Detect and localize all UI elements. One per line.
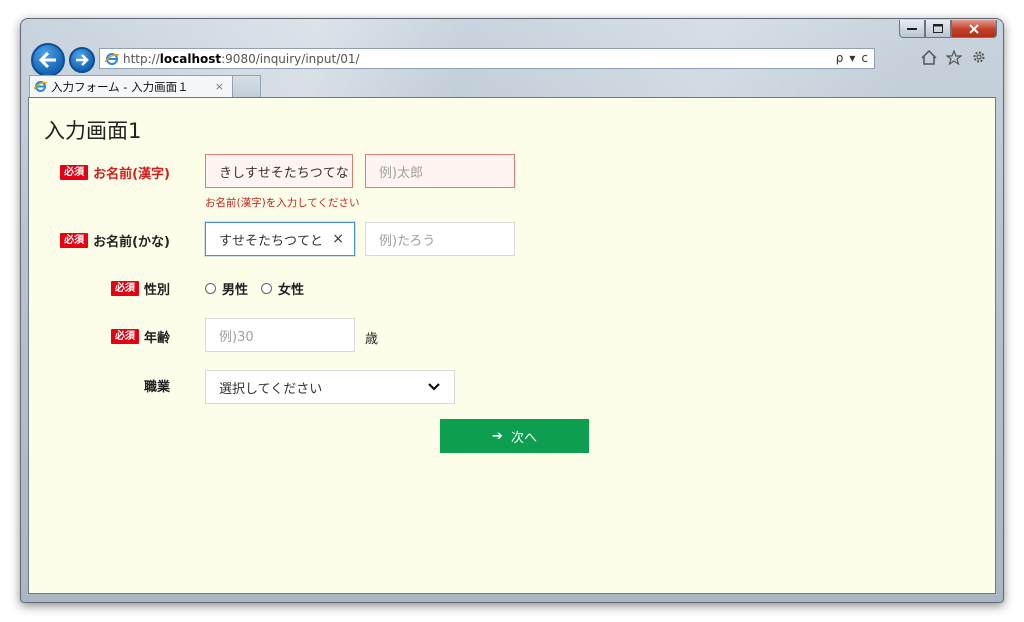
name-kanji-label-text: お名前(漢字) xyxy=(93,167,170,182)
age-placeholder: 例)30 xyxy=(219,329,254,345)
required-badge: 必須 xyxy=(60,165,89,180)
first-name-kanji-input[interactable]: 例)太郎 xyxy=(365,154,515,188)
url-host: localhost xyxy=(159,51,222,66)
address-bar[interactable]: http://localhost:9080/inquiry/input/01/ … xyxy=(99,48,875,69)
occupation-label-text: 職業 xyxy=(143,380,170,395)
gender-radio-female[interactable] xyxy=(261,283,273,294)
gender-radio-male[interactable] xyxy=(205,283,216,294)
home-icon[interactable] xyxy=(921,49,937,65)
gender-label: 必須 性別 xyxy=(110,279,170,298)
age-unit: 歳 xyxy=(365,332,379,347)
tab-bar: 入力フォーム - 入力画面１ × xyxy=(29,75,261,97)
gender-option-female[interactable]: 女性 xyxy=(278,279,304,298)
first-name-kana-input[interactable]: 例)たろう xyxy=(365,222,515,256)
gear-icon[interactable] xyxy=(971,49,987,65)
tab-close-icon[interactable]: × xyxy=(215,80,224,93)
page-content: 入力画面1 必須 お名前(漢字) きしすせそたちつてな 例)太郎 お名前(漢字)… xyxy=(28,97,996,594)
age-input[interactable]: 例)30 xyxy=(205,318,355,352)
browser-toolbar-icons xyxy=(921,49,987,65)
required-badge: 必須 xyxy=(110,281,139,296)
star-icon[interactable] xyxy=(946,49,962,65)
occupation-label: 職業 xyxy=(144,376,170,395)
minimize-icon xyxy=(907,27,917,30)
first-name-kanji-placeholder: 例)太郎 xyxy=(379,165,424,181)
search-dropdown-icon[interactable]: ▾ xyxy=(849,51,855,65)
name-kanji-error: お名前(漢字)を入力してください xyxy=(205,197,360,209)
gender-label-text: 性別 xyxy=(143,283,170,298)
next-button-label: 次へ xyxy=(510,430,537,446)
gender-option-male[interactable]: 男性 xyxy=(222,279,248,298)
maximize-button[interactable] xyxy=(925,20,951,38)
occupation-select[interactable]: 選択してください xyxy=(205,370,455,404)
chevron-down-icon xyxy=(428,383,440,391)
age-label-text: 年齢 xyxy=(143,331,170,346)
gender-radio-group: 男性 女性 xyxy=(205,279,304,298)
tab-active[interactable]: 入力フォーム - 入力画面１ × xyxy=(29,75,233,97)
age-label: 必須 年齢 xyxy=(110,327,170,346)
name-kana-label-text: お名前(かな) xyxy=(93,235,170,250)
last-name-kana-value: すせそたちつてと xyxy=(219,233,324,249)
last-name-kanji-value: きしすせそたちつてな xyxy=(219,165,349,181)
next-button[interactable]: ➔ 次へ xyxy=(440,419,589,453)
url-prefix: http:// xyxy=(123,51,160,66)
close-window-button[interactable] xyxy=(951,20,997,38)
window-controls xyxy=(899,20,997,38)
name-kanji-label: 必須 お名前(漢字) xyxy=(60,163,170,182)
forward-arrow-icon xyxy=(76,54,89,66)
refresh-icon[interactable]: ⅽ xyxy=(861,51,868,65)
back-button[interactable] xyxy=(31,43,65,77)
page-title: 入力画面1 xyxy=(44,119,142,143)
forward-button[interactable] xyxy=(69,47,95,73)
address-tools: ρ ▾ ⅽ xyxy=(836,51,868,65)
back-arrow-icon xyxy=(39,52,56,68)
required-badge: 必須 xyxy=(110,329,139,344)
arrow-right-icon: ➔ xyxy=(492,428,503,444)
name-kana-label: 必須 お名前(かな) xyxy=(60,231,170,250)
close-icon xyxy=(969,23,979,34)
minimize-button[interactable] xyxy=(899,20,925,38)
search-icon[interactable]: ρ xyxy=(836,51,844,65)
first-name-kana-placeholder: 例)たろう xyxy=(379,233,436,249)
ie-logo-icon xyxy=(34,81,47,92)
maximize-icon xyxy=(933,24,943,33)
tab-title: 入力フォーム - 入力画面１ xyxy=(51,79,189,94)
occupation-selected: 選択してください xyxy=(219,381,323,397)
required-badge: 必須 xyxy=(60,233,89,248)
browser-window: http://localhost:9080/inquiry/input/01/ … xyxy=(20,18,1004,603)
ie-logo-icon xyxy=(105,52,119,65)
last-name-kana-input[interactable]: すせそたちつてと × xyxy=(205,222,355,256)
new-tab-button[interactable] xyxy=(233,75,261,97)
clear-input-icon[interactable]: × xyxy=(332,231,344,247)
last-name-kanji-input[interactable]: きしすせそたちつてな xyxy=(205,154,353,188)
url-path: :9080/inquiry/input/01/ xyxy=(221,51,360,66)
